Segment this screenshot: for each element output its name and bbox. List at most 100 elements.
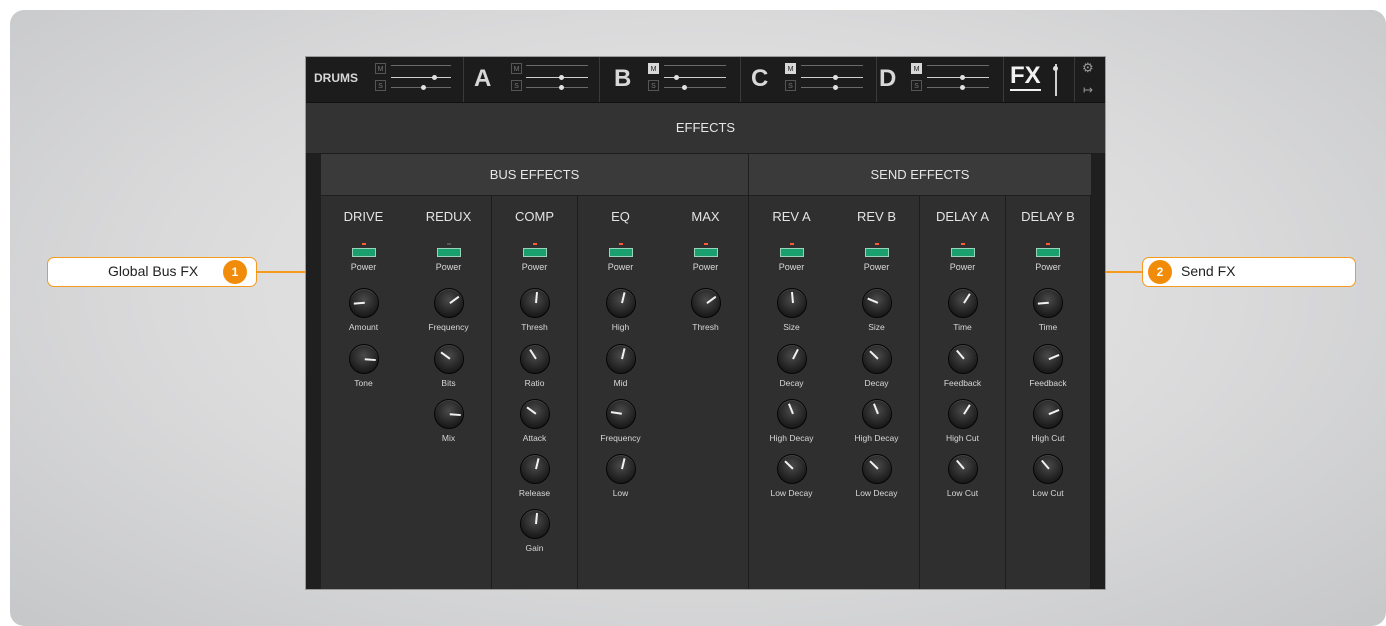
- knob-high[interactable]: [605, 288, 636, 318]
- power-label: Power: [607, 262, 634, 272]
- knob-time[interactable]: [1033, 288, 1063, 318]
- solo-button[interactable]: S: [375, 80, 386, 91]
- power-led: [618, 243, 623, 245]
- divider: [599, 57, 600, 102]
- power-led: [361, 243, 366, 245]
- knob-gain[interactable]: [519, 509, 550, 539]
- meter-line: [526, 87, 588, 88]
- power-button[interactable]: [864, 248, 889, 257]
- knob-high-cut[interactable]: [1033, 399, 1063, 429]
- module-title: REV A: [772, 209, 811, 224]
- mute-button[interactable]: M: [511, 63, 522, 74]
- knob-time[interactable]: [947, 288, 978, 318]
- volume-slider[interactable]: [927, 77, 989, 78]
- channel-drums[interactable]: DRUMS M S: [306, 57, 461, 102]
- power-button[interactable]: [351, 248, 376, 257]
- knob-frequency[interactable]: [433, 288, 464, 318]
- volume-slider[interactable]: [391, 77, 451, 78]
- channel-d[interactable]: D M S: [879, 57, 1004, 102]
- pan-slider-handle[interactable]: [559, 85, 564, 90]
- power-button[interactable]: [436, 248, 461, 257]
- solo-button[interactable]: S: [911, 80, 922, 91]
- divider: [463, 57, 464, 102]
- power-button[interactable]: [608, 248, 633, 257]
- knob-label: Size: [868, 322, 885, 332]
- mute-button[interactable]: M: [648, 63, 659, 74]
- knob-tone[interactable]: [348, 344, 379, 374]
- channel-a[interactable]: A M S: [466, 57, 596, 102]
- plugin-window: DRUMS M S A M S B M S C M S D M S FX ⚙ ↦…: [305, 56, 1106, 590]
- knob-amount[interactable]: [348, 288, 379, 318]
- knob-low-decay[interactable]: [776, 454, 807, 484]
- power-button[interactable]: [1036, 248, 1060, 257]
- fx-tab[interactable]: FX: [1010, 63, 1041, 91]
- fx-module-rev-a: REV A Power Size Decay High Decay Low Decay: [749, 196, 835, 589]
- pan-slider-handle[interactable]: [421, 85, 426, 90]
- knob-mid[interactable]: [605, 344, 636, 374]
- solo-button[interactable]: S: [511, 80, 522, 91]
- meter-line: [927, 65, 989, 66]
- volume-slider-handle[interactable]: [960, 75, 965, 80]
- volume-slider-handle[interactable]: [432, 75, 437, 80]
- pan-slider-handle[interactable]: [833, 85, 838, 90]
- volume-slider-handle[interactable]: [833, 75, 838, 80]
- master-volume-handle[interactable]: [1053, 66, 1058, 71]
- knob-release[interactable]: [519, 454, 550, 484]
- knob-decay[interactable]: [776, 344, 807, 374]
- knob-frequency[interactable]: [605, 399, 636, 429]
- channel-b[interactable]: B M S: [602, 57, 737, 102]
- knob-label: Mix: [441, 433, 456, 443]
- knob-low-decay[interactable]: [861, 454, 892, 484]
- power-button[interactable]: [693, 248, 718, 257]
- knob-size[interactable]: [776, 288, 807, 318]
- knob-low[interactable]: [605, 454, 636, 484]
- knob-label: High Cut: [945, 433, 980, 443]
- knob-bits[interactable]: [433, 344, 464, 374]
- volume-slider-handle[interactable]: [674, 75, 679, 80]
- knob-thresh[interactable]: [690, 288, 721, 318]
- knob-indicator: [620, 458, 625, 470]
- fx-module-delay-a: DELAY A Power Time Feedback High Cut Low Cut: [920, 196, 1006, 589]
- knob-high-cut[interactable]: [947, 399, 978, 429]
- knob-low-cut[interactable]: [947, 454, 978, 484]
- channel-c[interactable]: C M S: [743, 57, 873, 102]
- mute-button[interactable]: M: [785, 63, 796, 74]
- power-button[interactable]: [522, 248, 547, 257]
- knob-label: Tone: [354, 378, 373, 388]
- gear-icon[interactable]: ⚙: [1082, 60, 1094, 76]
- knob-indicator: [791, 348, 799, 360]
- knob-attack[interactable]: [519, 399, 550, 429]
- output-routing-icon[interactable]: ↦: [1083, 83, 1093, 97]
- solo-button[interactable]: S: [648, 80, 659, 91]
- divider: [876, 57, 877, 102]
- knob-mix[interactable]: [433, 399, 464, 429]
- knob-label: Decay: [864, 378, 889, 388]
- mute-button[interactable]: M: [911, 63, 922, 74]
- volume-slider-handle[interactable]: [559, 75, 564, 80]
- solo-button[interactable]: S: [785, 80, 796, 91]
- power-button[interactable]: [950, 248, 975, 257]
- knob-label: High: [611, 322, 630, 332]
- knob-thresh[interactable]: [519, 288, 550, 318]
- knob-label: Mid: [613, 378, 628, 388]
- volume-slider[interactable]: [526, 77, 588, 78]
- power-label: Power: [692, 262, 719, 272]
- knob-feedback[interactable]: [947, 344, 978, 374]
- knob-label: High Cut: [1031, 433, 1065, 443]
- knob-indicator: [364, 358, 376, 361]
- mute-button[interactable]: M: [375, 63, 386, 74]
- knob-high-decay[interactable]: [861, 399, 892, 429]
- knob-high-decay[interactable]: [776, 399, 807, 429]
- knob-low-cut[interactable]: [1033, 454, 1063, 484]
- volume-slider[interactable]: [801, 77, 863, 78]
- knob-decay[interactable]: [861, 344, 892, 374]
- callout-label: Global Bus FX: [108, 263, 199, 279]
- fx-module-max: MAX Power Thresh: [663, 196, 749, 589]
- knob-size[interactable]: [861, 288, 892, 318]
- knob-indicator: [868, 350, 878, 360]
- pan-slider-handle[interactable]: [960, 85, 965, 90]
- power-button[interactable]: [779, 248, 804, 257]
- knob-feedback[interactable]: [1033, 344, 1063, 374]
- knob-ratio[interactable]: [519, 344, 550, 374]
- pan-slider-handle[interactable]: [682, 85, 687, 90]
